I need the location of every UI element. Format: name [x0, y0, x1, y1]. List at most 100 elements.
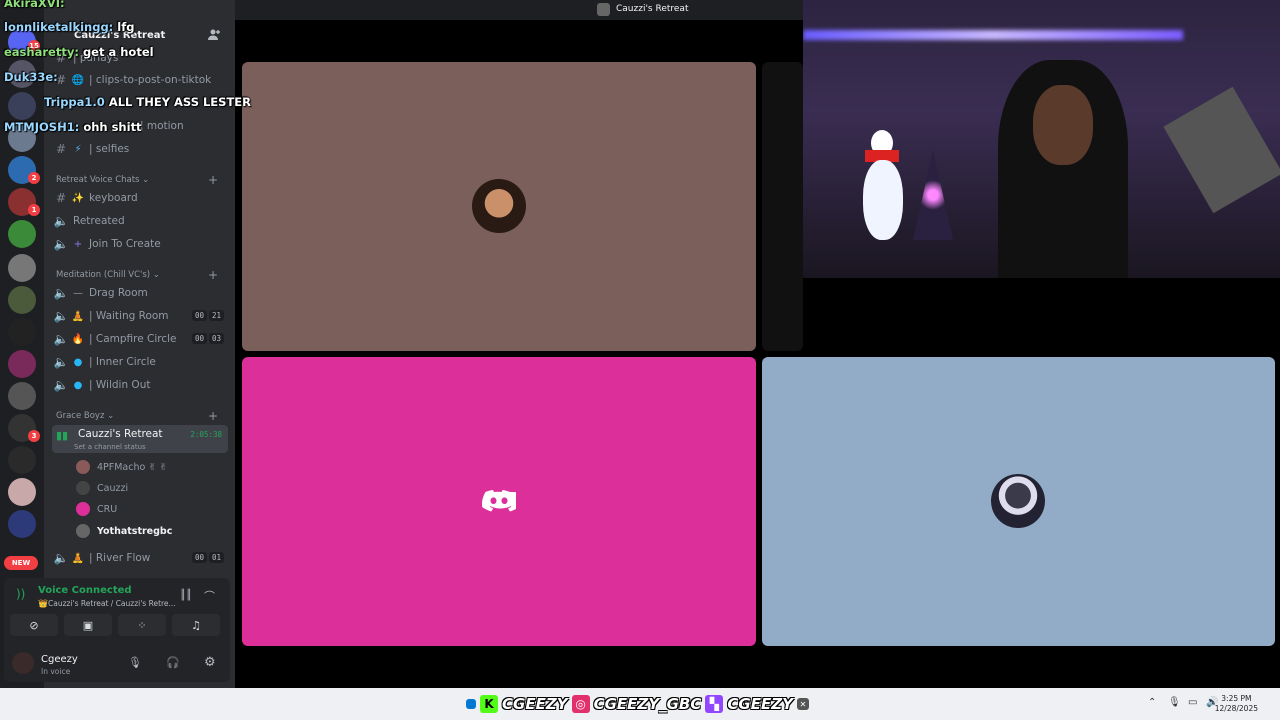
participant-tile[interactable] [242, 62, 756, 351]
emoji-icon: 🌐 [71, 74, 85, 86]
camera-button[interactable]: ⊘ [10, 614, 58, 636]
server-icon[interactable] [8, 478, 36, 506]
channel-inner-circle[interactable]: 🔈 ● | Inner Circle [52, 352, 230, 372]
add-channel-icon[interactable]: + [208, 409, 218, 423]
channel-status[interactable]: Set a channel status [74, 443, 146, 451]
crown-icon: 👑 [38, 599, 48, 608]
server-icon[interactable] [8, 220, 36, 248]
microphone-icon[interactable]: 🎙 [1168, 697, 1181, 708]
chat-message: lonnliketalkingg: lfg [4, 20, 135, 34]
microphone-icon[interactable]: 🎙 [128, 656, 142, 669]
voice-member[interactable]: 4PFMacho ✌ ✌ [76, 458, 167, 476]
speaker-icon: 🔈 [53, 237, 69, 251]
stream-frame: 15 2 1 3 NEW Cauzzi's Retreat # | parlays… [0, 0, 1280, 720]
chevron-up-icon[interactable]: ⌃ [1148, 697, 1156, 708]
voice-member[interactable]: Cauzzi [76, 479, 128, 497]
chat-message: Trippa1.0 ALL THEY ASS LESTER [44, 95, 252, 109]
camera-off-icon: ⊘ [29, 618, 39, 632]
channel-river-flow[interactable]: 🔈 🧘 | River Flow 00 01 [52, 548, 230, 568]
speaker-icon: 🔈 [53, 309, 69, 323]
screenshare-button[interactable]: ▣ [64, 614, 112, 636]
avatar [472, 179, 526, 233]
channel-selfies[interactable]: # ⚡ | selfies [52, 139, 230, 159]
channel-wildin-out[interactable]: 🔈 ● | Wildin Out [52, 375, 230, 395]
chat-message: MTMJOSH1: ohh shitt [4, 120, 142, 134]
chat-message: Duk33e: [4, 70, 58, 84]
display-icon[interactable]: ▭ [1188, 697, 1197, 708]
channel-join-to-create[interactable]: 🔈 + Join To Create [52, 234, 230, 254]
voice-active-icon: ▮▮ [56, 429, 69, 442]
speaker-icon: 🔈 [53, 551, 69, 565]
christmas-tree [913, 150, 953, 240]
soundboard-button[interactable]: ♫ [172, 614, 220, 636]
led-strip [803, 30, 1183, 40]
wave-icon: ● [73, 379, 83, 391]
avatar [76, 524, 90, 538]
unread-badge: 3 [28, 430, 40, 442]
hash-icon: # [55, 142, 67, 156]
voice-member[interactable]: CRU [76, 500, 117, 518]
disconnect-icon[interactable]: ⌒ [204, 588, 215, 604]
participant-tile[interactable] [762, 62, 803, 351]
server-icon[interactable] [8, 446, 36, 474]
channel-waiting-room[interactable]: 🔈 🧘 | Waiting Room 00 21 [52, 306, 230, 326]
category-meditation[interactable]: Meditation (Chill VC's) ⌄ + [56, 268, 226, 282]
speaker-icon: 🔈 [53, 378, 69, 392]
webcam-feed [803, 0, 1280, 278]
windows-icon[interactable] [466, 699, 476, 709]
clock[interactable]: 3:25 PM 12/28/2025 [1215, 694, 1258, 714]
chat-message: AkiraXVI: [4, 0, 65, 10]
speaker-icon: 🔈 [53, 332, 69, 346]
snowman [863, 130, 903, 250]
fire-icon: 🔥 [71, 333, 85, 345]
avatar [76, 460, 90, 474]
emoji-icon: ✨ [71, 192, 85, 204]
server-icon[interactable] [8, 350, 36, 378]
channel-icon [597, 3, 610, 16]
screen-icon: ▣ [82, 618, 94, 632]
server-icon[interactable] [8, 510, 36, 538]
signal-icon[interactable]: )) [16, 587, 25, 601]
dash-icon: — [73, 287, 83, 299]
wave-icon: ● [73, 356, 83, 368]
hash-icon: # [55, 191, 67, 205]
speaker-icon: 🔈 [53, 355, 69, 369]
channel-drag-room[interactable]: 🔈 — Drag Room [52, 283, 230, 303]
channel-retreated[interactable]: 🔈 Retreated [52, 211, 230, 231]
channel-campfire-circle[interactable]: 🔈 🔥 | Campfire Circle 00 03 [52, 329, 230, 349]
participant-tile[interactable] [242, 357, 756, 646]
server-icon[interactable] [8, 286, 36, 314]
server-icon[interactable] [8, 318, 36, 346]
activities-button[interactable]: ⁘ [118, 614, 166, 636]
active-voice-channel[interactable]: ▮▮ Cauzzi's Retreat 2:05:38 Set a channe… [52, 425, 228, 453]
soundboard-icon: ♫ [191, 618, 201, 632]
category-grace-boyz[interactable]: Grace Boyz ⌄ + [56, 409, 226, 423]
twitch-icon: ▚ [705, 695, 724, 713]
headphones-icon[interactable]: 🎧 [166, 656, 180, 669]
add-member-icon[interactable] [207, 28, 221, 42]
kick-icon: K [480, 695, 498, 713]
add-channel-icon[interactable]: + [208, 173, 218, 187]
avatar [76, 502, 90, 516]
activities-icon: ⁘ [137, 618, 147, 632]
discord-logo-icon [482, 490, 516, 512]
avatar[interactable] [12, 652, 34, 674]
category-voice[interactable]: Retreat Voice Chats ⌄ + [56, 173, 226, 187]
emoji-icon: 🧘 [71, 552, 85, 564]
channel-keyboard[interactable]: # ✨ keyboard [52, 188, 230, 208]
server-icon[interactable] [8, 254, 36, 282]
call-header: Cauzzi's Retreat [235, 0, 803, 20]
plus-icon: + [73, 238, 83, 250]
server-icon[interactable] [8, 382, 36, 410]
channel-clips[interactable]: # 🌐 | clips-to-post-on-tiktok [52, 70, 230, 90]
participant-tile[interactable] [762, 357, 1275, 646]
add-channel-icon[interactable]: + [208, 268, 218, 282]
close-icon[interactable]: ✕ [796, 698, 809, 710]
call-title: Cauzzi's Retreat [616, 4, 689, 14]
noise-suppression-icon[interactable]: ║║ [180, 590, 192, 601]
avatar [76, 481, 90, 495]
voice-member[interactable]: Yothatstregbc [76, 522, 172, 540]
taskbar: K CGEEZY ◎ CGEEZY_GBC ▚ CGEEZY ✕ ⌃ 🎙 ▭ 🔊… [0, 688, 1280, 720]
microphone-arm [1163, 86, 1280, 214]
gear-icon[interactable]: ⚙ [204, 655, 216, 670]
